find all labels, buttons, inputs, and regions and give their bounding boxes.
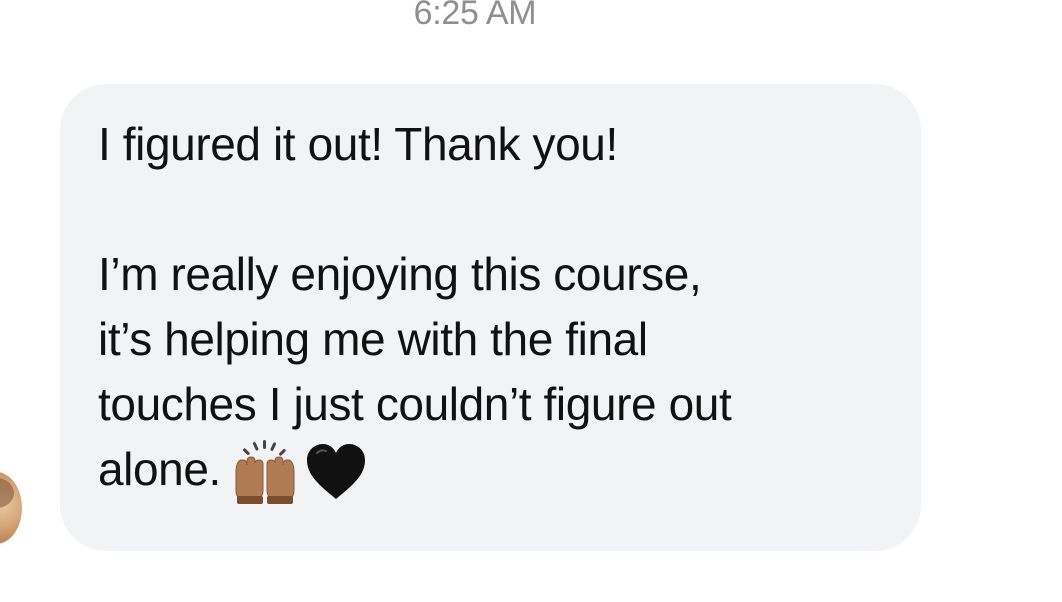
black-heart-icon (305, 443, 367, 518)
message-line: touches I just couldn’t figure out (98, 378, 732, 430)
message-line: it’s helping me with the final (98, 313, 648, 365)
message-line-last-text: alone. (98, 443, 221, 495)
sender-avatar[interactable] (0, 470, 24, 546)
message-line: I figured it out! Thank you! (98, 118, 618, 170)
message-line-last: alone. (98, 437, 883, 521)
message-text: I figured it out! Thank you! I’m really … (98, 112, 883, 521)
raising-hands-icon (231, 440, 299, 521)
received-message-bubble[interactable]: I figured it out! Thank you! I’m really … (60, 84, 921, 551)
message-line: I’m really enjoying this course, (98, 248, 702, 300)
message-timestamp: 6:25 AM (413, 0, 537, 32)
